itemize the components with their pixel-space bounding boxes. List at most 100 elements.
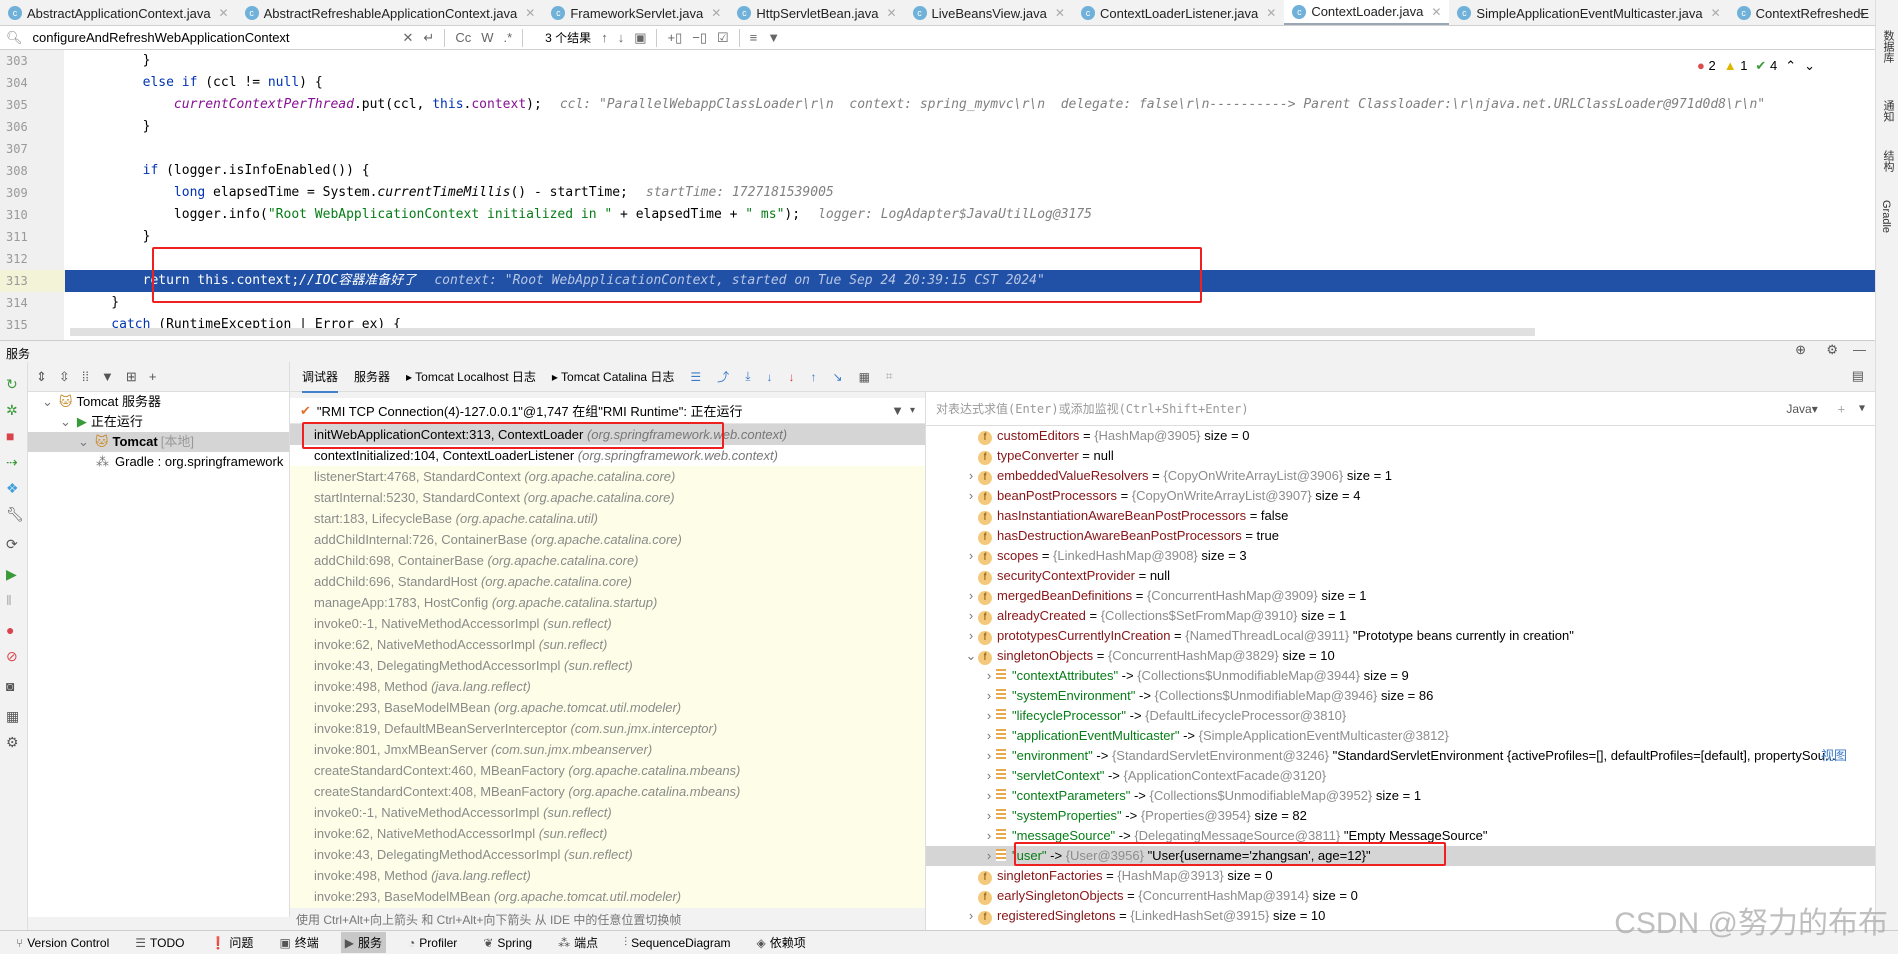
camera-icon[interactable]: ◙ <box>6 678 14 694</box>
ok-count[interactable]: ✔ 4 <box>1755 58 1777 74</box>
tool-structure[interactable]: 结构 <box>1880 150 1896 172</box>
chevron-down-icon[interactable]: ⌄ <box>1857 4 1868 20</box>
next-occurrence-icon[interactable]: ↓ <box>618 30 625 45</box>
target-icon[interactable]: ⊕ <box>1795 342 1806 358</box>
horizontal-scrollbar[interactable] <box>70 328 1535 336</box>
collapse-all-icon[interactable]: ⇳ <box>59 369 70 385</box>
variable-row[interactable]: › f alreadyCreated = {Collections$SetFromM… <box>926 606 1875 626</box>
deploy-icon[interactable]: ❖ <box>6 480 19 497</box>
trace-icon[interactable]: ⌗ <box>886 369 893 384</box>
chevron-right-icon[interactable]: › <box>964 586 978 606</box>
inspection-widget[interactable]: ● 2 ▲ 1 ✔ 4 ⌃ ⌄ <box>1697 58 1815 74</box>
variable-row[interactable]: › "environment" -> {StandardServletEnviro… <box>926 746 1875 766</box>
service-tree-item[interactable]: ⌄ 🐱︎ Tomcat 服务器 <box>28 392 289 412</box>
chevron-right-icon[interactable]: › <box>982 706 996 726</box>
toolwindow-problem[interactable]: ❗ 问题 <box>206 932 257 953</box>
chevron-right-icon[interactable]: › <box>964 466 978 486</box>
pause-icon[interactable]: ‖ <box>6 592 12 608</box>
dropdown-icon[interactable]: ▾ <box>910 405 915 416</box>
stack-frame[interactable]: createStandardContext:460, MBeanFactory … <box>290 760 925 781</box>
stack-frame[interactable]: addChildInternal:726, ContainerBase (org… <box>290 529 925 550</box>
variable-row[interactable]: › f scopes = {LinkedHashMap@3908} size = 3 <box>926 546 1875 566</box>
stop-icon[interactable]: ■ <box>6 428 14 444</box>
tab-contextloader-java[interactable]: c ContextLoader.java ✕ <box>1284 0 1450 25</box>
variable-row[interactable]: › "applicationEventMulticaster" -> {Simpl… <box>926 726 1875 746</box>
add-selection-icon[interactable]: +▯ <box>667 30 682 46</box>
close-icon[interactable]: ✕ <box>1711 6 1721 20</box>
filter-icon[interactable]: ▼ <box>767 30 780 45</box>
chevron-right-icon[interactable]: › <box>982 826 996 846</box>
warning-count[interactable]: ▲ 1 <box>1724 58 1748 74</box>
tab-catalina-log[interactable]: ▸ Tomcat Catalina 日志 <box>552 368 675 385</box>
variable-row[interactable]: › f prototypesCurrentlyInCreation = {Named… <box>926 626 1875 646</box>
stack-frame[interactable]: listenerStart:4768, StandardContext (org… <box>290 466 925 487</box>
filter-lines-icon[interactable]: ≡ <box>750 30 758 45</box>
variable-row[interactable]: › f embeddedValueResolvers = {CopyOnWriteA… <box>926 466 1875 486</box>
tool-notifications[interactable]: 通知 <box>1880 100 1896 122</box>
variable-row[interactable]: › "systemProperties" -> {Properties@3954}… <box>926 806 1875 826</box>
tab-simpleapplicationeventmulticaster-java[interactable]: c SimpleApplicationEventMulticaster.java ✕ <box>1449 0 1728 25</box>
newline-icon[interactable]: ↵ <box>423 30 434 46</box>
close-icon[interactable]: ✕ <box>219 6 229 20</box>
toolwindow-profiler[interactable]: ◔ Profiler <box>404 934 461 952</box>
show-execution-point-icon[interactable]: ⤴ <box>717 368 729 385</box>
toolwindow-services[interactable]: ▶ 服务 <box>340 932 387 953</box>
chevron-right-icon[interactable]: › <box>964 906 978 926</box>
stack-frame[interactable]: invoke:62, NativeMethodAccessorImpl (sun… <box>290 823 925 844</box>
minimize-icon[interactable]: — <box>1853 342 1866 357</box>
variable-row[interactable]: › "lifecycleProcessor" -> {DefaultLifecyc… <box>926 706 1875 726</box>
remove-selection-icon[interactable]: −▯ <box>692 30 707 46</box>
stack-frame[interactable]: invoke:293, BaseModelMBean (org.apache.t… <box>290 697 925 718</box>
select-all-icon[interactable]: ▣ <box>634 30 646 46</box>
stack-frame[interactable]: invoke:801, JmxMBeanServer (com.sun.jmx.… <box>290 739 925 760</box>
variable-row[interactable]: f customEditors = {HashMap@3905} size = 0 <box>926 426 1875 446</box>
tab-httpservletbean-java[interactable]: c HttpServletBean.java ✕ <box>729 0 904 25</box>
view-link[interactable]: 视图 <box>1821 746 1847 766</box>
select-all-occurrences-icon[interactable]: ☑ <box>717 30 729 46</box>
chevron-right-icon[interactable]: › <box>982 846 996 866</box>
tab-contextloaderlistener-java[interactable]: c ContextLoaderListener.java ✕ <box>1073 0 1284 25</box>
variable-row[interactable]: › f mergedBeanDefinitions = {ConcurrentHas… <box>926 586 1875 606</box>
variable-row[interactable]: f typeConverter = null <box>926 446 1875 466</box>
debug-icon[interactable]: ✲ <box>6 402 18 419</box>
stack-frame[interactable]: invoke0:-1, NativeMethodAccessorImpl (su… <box>290 613 925 634</box>
stack-frame[interactable]: invoke:43, DelegatingMethodAccessorImpl … <box>290 655 925 676</box>
add-watch-icon[interactable]: + <box>1838 402 1845 416</box>
mute-breakpoints-icon[interactable]: ⊘ <box>6 648 18 665</box>
match-case-button[interactable]: Cc <box>455 30 471 45</box>
close-icon[interactable]: ✕ <box>1266 6 1276 20</box>
tab-livebeansview-java[interactable]: c LiveBeansView.java ✕ <box>905 0 1073 25</box>
code-editor[interactable]: 303 } 304 else if (ccl != null) {305 curr… <box>0 50 1875 340</box>
service-tree-item[interactable]: ⁂ Gradle : org.springframework <box>28 452 289 472</box>
stack-frame[interactable]: invoke:498, Method (java.lang.reflect) <box>290 676 925 697</box>
chevron-right-icon[interactable]: › <box>982 806 996 826</box>
stack-frame[interactable]: addChild:698, ContainerBase (org.apache.… <box>290 550 925 571</box>
next-highlight-icon[interactable]: ⌄ <box>1804 58 1815 74</box>
clear-icon[interactable]: ✕ <box>403 30 414 46</box>
step-out-icon[interactable]: ↑ <box>811 370 817 384</box>
chevron-right-icon[interactable]: › <box>964 626 978 646</box>
variable-row[interactable]: f securityContextProvider = null <box>926 566 1875 586</box>
close-icon[interactable]: ✕ <box>525 6 535 20</box>
filter-icon[interactable]: ▼ <box>891 403 904 418</box>
gear-icon[interactable]: ⚙ <box>1826 342 1838 358</box>
stack-frame[interactable]: start:183, LifecycleBase (org.apache.cat… <box>290 508 925 529</box>
toolwindow-terminal[interactable]: ▣ 终端 <box>275 932 322 953</box>
variable-row[interactable]: › f beanPostProcessors = {CopyOnWriteArray… <box>926 486 1875 506</box>
chevron-right-icon[interactable]: › <box>982 746 996 766</box>
stack-frame[interactable]: invoke:62, NativeMethodAccessorImpl (sun… <box>290 634 925 655</box>
force-step-into-icon[interactable]: ↓ <box>789 370 795 384</box>
layout-icon[interactable]: ▦ <box>6 708 19 725</box>
chevron-right-icon[interactable]: › <box>982 786 996 806</box>
toolwindow-branch[interactable]: ⑂ Version Control <box>12 934 113 952</box>
dropdown-icon[interactable]: ▼ <box>1859 403 1865 414</box>
stack-frame[interactable]: invoke:498, Method (java.lang.reflect) <box>290 865 925 886</box>
variable-row[interactable]: f hasDestructionAwareBeanPostProcessors =… <box>926 526 1875 546</box>
tab-localhost-log[interactable]: ▸ Tomcat Localhost 日志 <box>406 368 536 385</box>
chevron-right-icon[interactable]: › <box>964 486 978 506</box>
stack-frame[interactable]: startInternal:5230, StandardContext (org… <box>290 487 925 508</box>
prev-highlight-icon[interactable]: ⌃ <box>1785 58 1796 74</box>
tab-contextrefreshede[interactable]: c ContextRefreshedE <box>1729 0 1875 25</box>
variable-row[interactable]: › "systemEnvironment" -> {Collections$Unm… <box>926 686 1875 706</box>
step-into-icon[interactable]: ↓ <box>767 370 773 384</box>
